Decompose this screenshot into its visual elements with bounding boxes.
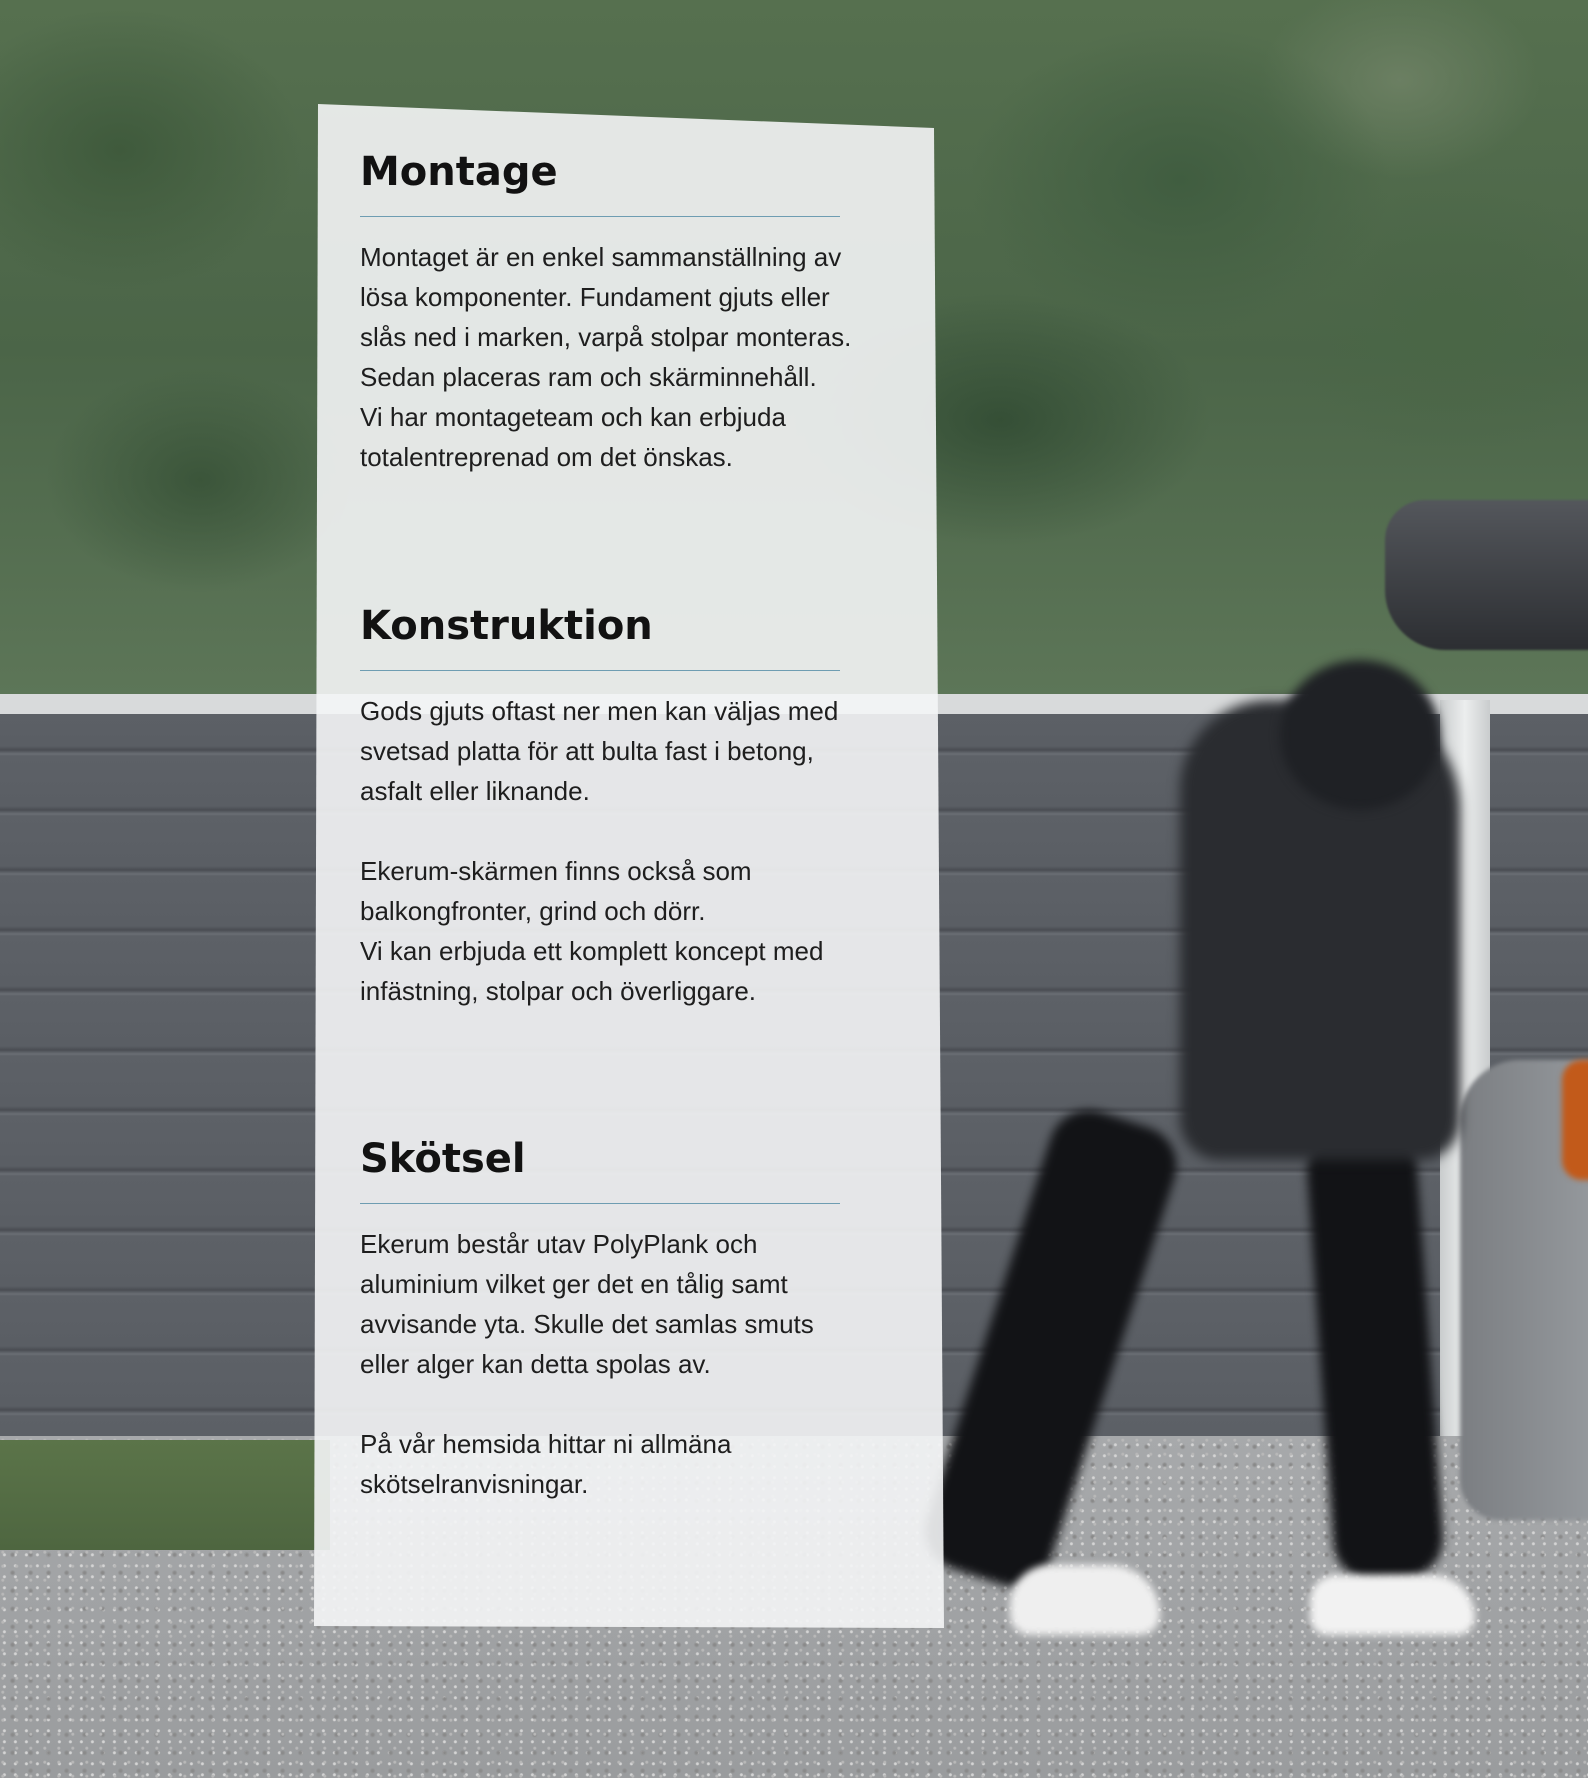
person-shoe-left [1010, 1565, 1160, 1635]
grass-strip [0, 1440, 330, 1550]
section-paragraph: Ekerum-skärmen finns också som balkongfr… [360, 856, 824, 1006]
person-head [1280, 660, 1440, 810]
car-trunk [1385, 500, 1588, 650]
section-montage: Montage Montaget är en enkel sammanställ… [360, 148, 900, 477]
section-heading: Konstruktion [360, 603, 653, 649]
section-paragraph: Ekerum består utav PolyPlank och alumini… [360, 1229, 814, 1379]
car-tail-light [1562, 1060, 1588, 1180]
person-shoe-right [1310, 1575, 1475, 1635]
section-skotsel: Skötsel Ekerum består utav PolyPlank och… [360, 1135, 900, 1504]
section-paragraph: Gods gjuts oftast ner men kan väljas med… [360, 696, 839, 806]
brochure-page: Montage Montaget är en enkel sammanställ… [0, 0, 1588, 1778]
section-paragraph: Montaget är en enkel sammanställning av … [360, 242, 852, 472]
section-konstruktion: Konstruktion Gods gjuts oftast ner men k… [360, 602, 900, 1011]
section-heading: Skötsel [360, 1136, 526, 1182]
section-paragraph: På vår hemsida hittar ni allmäna skötsel… [360, 1429, 732, 1499]
section-heading: Montage [360, 149, 558, 195]
